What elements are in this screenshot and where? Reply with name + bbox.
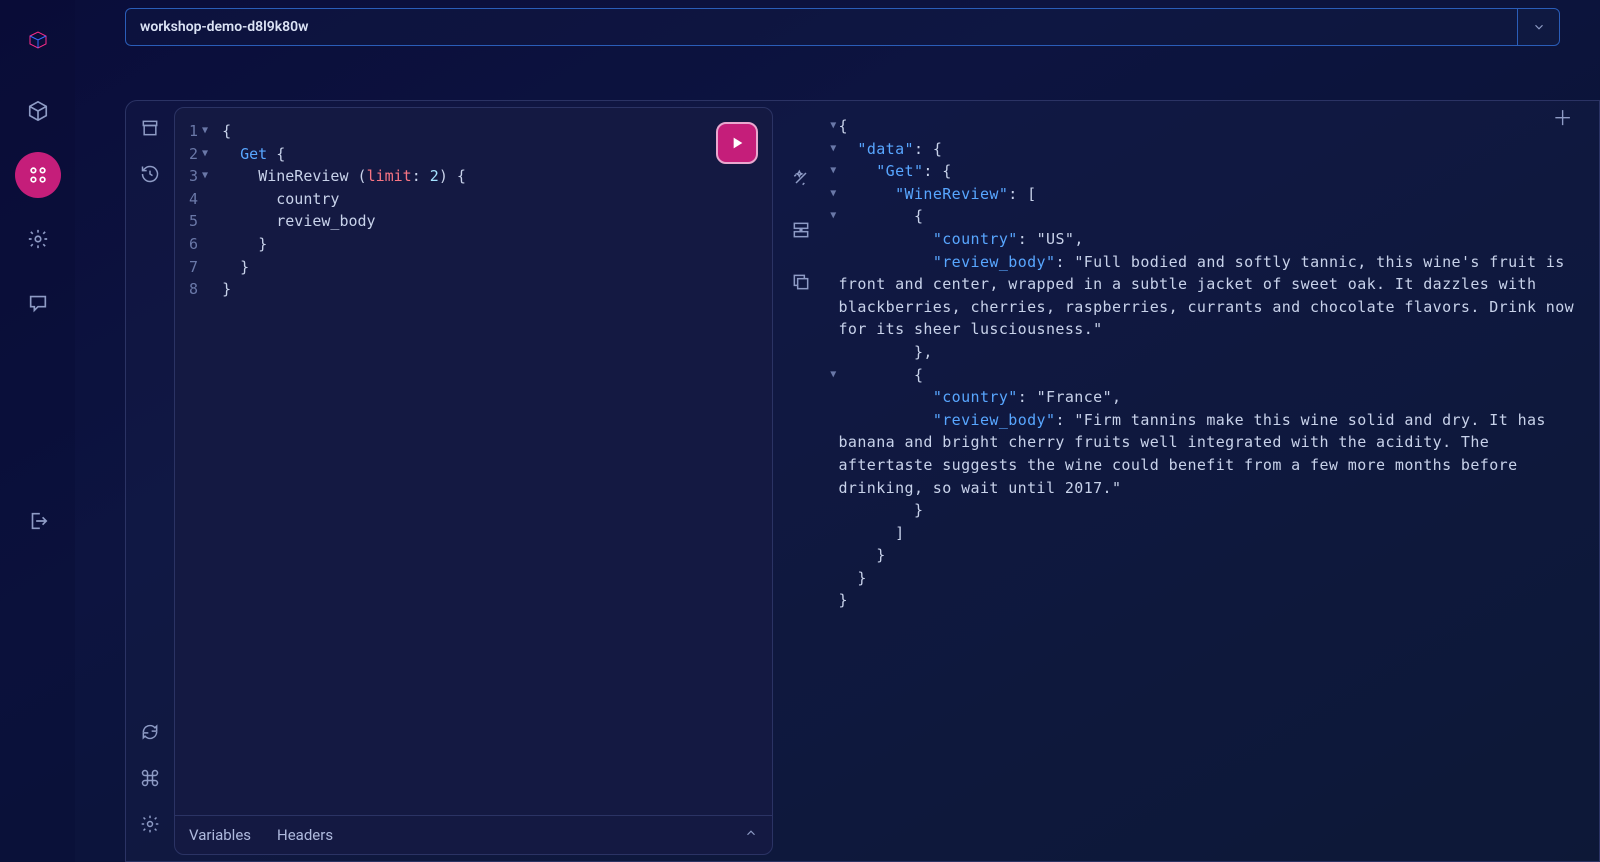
editor-tool-shortcuts[interactable] <box>133 761 167 795</box>
nav-query[interactable] <box>15 152 61 198</box>
json-val-country-0: US <box>1046 230 1065 248</box>
editor-tool-settings[interactable] <box>133 807 167 841</box>
grid-icon <box>27 164 49 186</box>
line-gutter: 1▼ 2▼ 3▼ 4 5 6 7 8 <box>175 120 214 815</box>
query-editor: 1▼ 2▼ 3▼ 4 5 6 7 8 { Get { WineReview (l… <box>174 107 773 855</box>
tool-merge[interactable] <box>784 213 818 247</box>
tab-headers[interactable]: Headers <box>277 826 333 844</box>
panes: 1▼ 2▼ 3▼ 4 5 6 7 8 { Get { WineReview (l… <box>174 101 1599 861</box>
json-key-class: WineReview <box>905 185 999 203</box>
editor-tool-sidebar[interactable] <box>133 111 167 145</box>
json-key-country-0: country <box>942 230 1008 248</box>
nav-collections[interactable] <box>15 88 61 134</box>
logo <box>16 18 60 62</box>
history-icon <box>140 164 160 184</box>
chevron-up-icon <box>744 826 758 840</box>
merge-icon <box>791 220 811 240</box>
refresh-icon <box>140 722 160 742</box>
app-root: workshop-demo-d8l9k80w <box>0 0 1600 862</box>
editor-bottom-tabs: Variables Headers <box>175 815 772 854</box>
nav-chat[interactable] <box>15 280 61 326</box>
json-key-review-0: review_body <box>942 253 1046 271</box>
sparkles-icon <box>791 168 811 188</box>
editor-left-toolbar <box>126 101 174 861</box>
add-tab-button[interactable]: ＋ <box>1553 107 1573 130</box>
json-val-country-1: France <box>1046 388 1103 406</box>
json-key-country-1: country <box>942 388 1008 406</box>
tool-magic[interactable] <box>784 161 818 195</box>
cluster-name: workshop-demo-d8l9k80w <box>126 19 1517 35</box>
archive-icon <box>140 118 160 138</box>
cluster-chevron[interactable] <box>1517 9 1559 45</box>
editor-tool-refresh[interactable] <box>133 715 167 749</box>
editor-tool-history[interactable] <box>133 157 167 191</box>
cube-icon <box>27 100 49 122</box>
left-rail <box>0 0 75 862</box>
chat-icon <box>27 292 49 314</box>
code-content[interactable]: { Get { WineReview (limit: 2) { country … <box>214 120 516 815</box>
logout-icon <box>27 510 49 532</box>
tab-variables[interactable]: Variables <box>189 826 251 844</box>
json-key-review-1: review_body <box>942 411 1046 429</box>
tool-copy[interactable] <box>784 265 818 299</box>
json-key-get: Get <box>886 162 914 180</box>
nav-settings[interactable] <box>15 216 61 262</box>
results-pane[interactable]: ＋ ▼{ ▼ "data": { ▼ "Get": { ▼ "WineRevie… <box>825 101 1600 861</box>
gear-icon <box>140 814 160 834</box>
nav-logout[interactable] <box>15 498 61 544</box>
copy-icon <box>791 272 811 292</box>
mid-toolbar <box>777 101 825 861</box>
gear-icon <box>27 228 49 250</box>
weaviate-logo-icon <box>27 29 49 51</box>
run-button[interactable] <box>716 122 758 164</box>
play-icon <box>729 135 745 151</box>
chevron-down-icon <box>1532 20 1546 34</box>
main-column: workshop-demo-d8l9k80w <box>75 0 1600 862</box>
json-key-data: data <box>867 140 905 158</box>
bottom-tabs-chevron[interactable] <box>744 826 758 844</box>
command-icon <box>140 768 160 788</box>
code-area[interactable]: 1▼ 2▼ 3▼ 4 5 6 7 8 { Get { WineReview (l… <box>175 108 772 815</box>
workspace: 1▼ 2▼ 3▼ 4 5 6 7 8 { Get { WineReview (l… <box>125 100 1600 862</box>
cluster-selector[interactable]: workshop-demo-d8l9k80w <box>125 8 1560 46</box>
topbar: workshop-demo-d8l9k80w <box>75 8 1600 46</box>
